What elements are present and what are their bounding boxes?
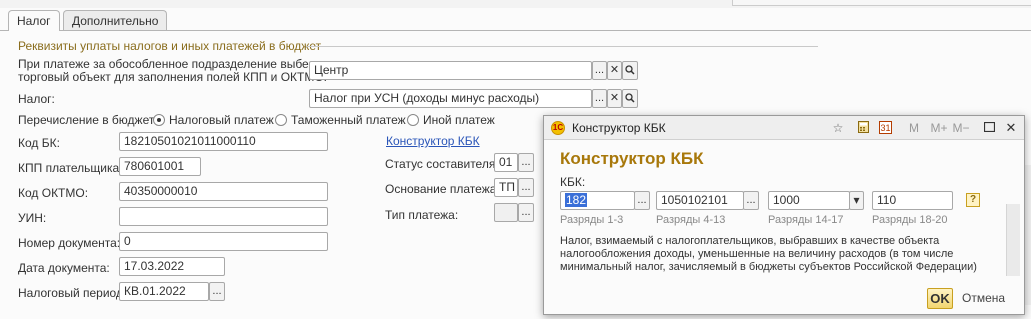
basis-select-button[interactable]: ...	[518, 178, 534, 197]
doc-date-label: Дата документа:	[18, 261, 110, 275]
subdivision-open-icon[interactable]	[622, 61, 638, 80]
tax-period-input[interactable]: КВ.01.2022	[119, 282, 209, 301]
maximize-icon[interactable]	[981, 121, 997, 135]
radio-other-payment[interactable]	[407, 114, 419, 126]
kbk-segment-1-caption: Разряды 1-3	[560, 214, 624, 226]
tax-input[interactable]: Налог при УСН (доходы минус расходы)	[309, 89, 592, 108]
kbk-segment-2-input[interactable]: 1050102101	[656, 191, 744, 210]
subdivision-label-line2: торговый объект для заполнения полей КПП…	[18, 70, 328, 84]
subdivision-clear-icon[interactable]: ✕	[607, 61, 622, 80]
radio-tax-payment-label[interactable]: Налоговый платеж	[169, 113, 274, 127]
dialog-title: Конструктор КБК	[572, 121, 666, 135]
help-icon[interactable]: ?	[966, 193, 980, 207]
group-title: Реквизиты уплаты налогов и иных платежей…	[18, 39, 322, 53]
tab-divider	[0, 30, 1031, 31]
kbk-label: Код БК:	[18, 136, 60, 150]
memory-plus-icon[interactable]: M+	[928, 121, 950, 135]
memory-minus-icon[interactable]: M−	[951, 121, 971, 135]
tax-open-icon[interactable]	[622, 89, 638, 108]
kbk-description-line2: налогообложения доходы, уменьшенные на в…	[560, 248, 954, 260]
radio-other-payment-label[interactable]: Иной платеж	[423, 113, 495, 127]
doc-number-input[interactable]: 0	[119, 232, 328, 251]
kbk-segment-1-select-button[interactable]: ...	[634, 191, 650, 210]
doc-date-input[interactable]: 17.03.2022	[119, 257, 225, 276]
tab-label: Дополнительно	[72, 14, 159, 28]
subdivision-input[interactable]: Центр	[309, 61, 592, 80]
kbk-segment-1-input[interactable]: 182	[560, 191, 635, 210]
tab-additional[interactable]: Дополнительно	[63, 10, 168, 30]
tax-period-label: Налоговый период:	[18, 286, 127, 300]
kbk-segments-label: КБК:	[560, 175, 586, 189]
subdivision-select-button[interactable]: ...	[592, 61, 607, 80]
oktmo-input[interactable]: 40350000010	[119, 182, 328, 201]
radio-customs-payment-label[interactable]: Таможенный платеж	[291, 113, 406, 127]
payment-type-label: Тип платежа:	[385, 208, 459, 222]
tax-period-select-button[interactable]: ...	[209, 282, 225, 301]
subdivision-label-line1: При платеже за обособленное подразделени…	[18, 57, 335, 71]
search-icon	[625, 65, 635, 75]
transfer-label: Перечисление в бюджет:	[18, 113, 158, 127]
kbk-segment-1-selected-text: 182	[565, 193, 588, 207]
memory-m-icon[interactable]: M	[906, 121, 922, 135]
uin-label: УИН:	[18, 211, 47, 225]
status-input[interactable]: 01	[494, 153, 518, 172]
doc-number-label: Номер документа:	[18, 236, 121, 250]
kbk-segment-3-caption: Разряды 14-17	[768, 214, 844, 226]
kbk-segment-4-caption: Разряды 18-20	[872, 214, 948, 226]
radio-tax-payment[interactable]	[153, 114, 165, 126]
dialog-scrollbar[interactable]	[1006, 204, 1020, 276]
kbk-constructor-link[interactable]: Конструктор КБК	[386, 134, 480, 148]
tax-clear-icon[interactable]: ✕	[607, 89, 622, 108]
group-divider	[306, 46, 818, 47]
tax-label: Налог:	[18, 92, 55, 106]
radio-customs-payment[interactable]	[275, 114, 287, 126]
top-right-panel	[732, 0, 1031, 6]
search-icon	[625, 93, 635, 103]
1c-logo-icon: 1С	[551, 121, 565, 135]
basis-input[interactable]: ТП	[494, 178, 518, 197]
maximize-glyph	[983, 121, 995, 133]
kbk-description-line3: минимальный налог, зачисляемый в бюджеты…	[560, 261, 977, 273]
dialog-titlebar: 1С Конструктор КБК ☆ 31 M M+ M− ✕	[544, 116, 1024, 140]
calculator-glyph	[857, 121, 869, 133]
ok-button[interactable]: OK	[927, 288, 953, 309]
star-icon[interactable]: ☆	[830, 121, 846, 135]
cancel-button[interactable]: Отмена	[962, 291, 1005, 305]
kbk-description-line1: Налог, взимаемый с налогоплательщиков, в…	[560, 235, 940, 247]
kpp-input[interactable]: 780601001	[119, 157, 201, 176]
calculator-icon[interactable]	[855, 121, 871, 135]
uin-input[interactable]	[119, 207, 328, 226]
tab-tax[interactable]: Налог	[8, 10, 60, 31]
calendar-icon[interactable]: 31	[879, 121, 892, 134]
oktmo-label: Код ОКТМО:	[18, 186, 89, 200]
basis-label: Основание платежа:	[385, 182, 500, 196]
kbk-segment-3-dropdown-icon[interactable]: ▾	[849, 191, 864, 210]
kbk-input[interactable]: 18210501021011000110	[119, 132, 328, 151]
payment-type-select-button[interactable]: ...	[518, 203, 534, 222]
tab-label: Налог	[17, 14, 51, 28]
kbk-segment-2-select-button[interactable]: ...	[743, 191, 759, 210]
kbk-segment-4-input[interactable]: 110	[872, 191, 953, 210]
kpp-label: КПП плательщика:	[18, 161, 123, 175]
kbk-constructor-dialog: 1С Конструктор КБК ☆ 31 M M+ M− ✕ Констр…	[543, 115, 1025, 315]
payment-type-input[interactable]	[494, 203, 518, 222]
tax-select-button[interactable]: ...	[592, 89, 607, 108]
kbk-segment-3-input[interactable]: 1000	[768, 191, 850, 210]
kbk-segment-2-caption: Разряды 4-13	[656, 214, 726, 226]
dialog-heading: Конструктор КБК	[560, 149, 704, 168]
status-select-button[interactable]: ...	[518, 153, 534, 172]
status-label: Статус составителя:	[385, 157, 499, 171]
close-icon[interactable]: ✕	[1003, 121, 1019, 135]
